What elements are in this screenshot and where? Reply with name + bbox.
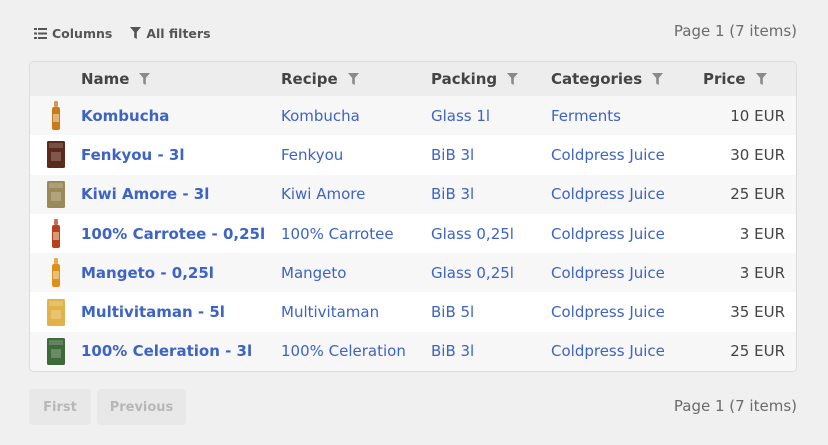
- header-recipe[interactable]: Recipe: [281, 62, 359, 96]
- product-thumbnail: [45, 257, 67, 288]
- cell-packing[interactable]: BiB 3l: [431, 135, 474, 174]
- funnel-icon: [130, 27, 142, 39]
- product-thumbnail: [45, 297, 67, 328]
- juice-bag-icon: [47, 298, 65, 326]
- table-row[interactable]: 100% Carrotee - 0,25l 100% Carrotee Glas…: [30, 213, 796, 254]
- cell-packing[interactable]: BiB 3l: [431, 332, 474, 371]
- table-row[interactable]: Multivitaman - 5l Multivitaman BiB 5l Co…: [30, 292, 796, 332]
- header-recipe-label: Recipe: [281, 70, 338, 88]
- cell-category[interactable]: Coldpress Juice: [551, 293, 665, 332]
- cell-recipe[interactable]: Fenkyou: [281, 135, 343, 174]
- cell-name[interactable]: Kombucha: [81, 96, 169, 135]
- cell-name[interactable]: Mangeto - 0,25l: [81, 253, 214, 292]
- cell-packing[interactable]: Glass 0,25l: [431, 253, 514, 292]
- table-header: Name Recipe Packing Categories Price: [30, 62, 796, 96]
- previous-page-button[interactable]: Previous: [97, 389, 186, 425]
- columns-icon: [34, 27, 47, 39]
- columns-button[interactable]: Columns: [34, 26, 112, 41]
- header-name[interactable]: Name: [81, 62, 151, 96]
- table-row[interactable]: Kiwi Amore - 3l Kiwi Amore BiB 3l Coldpr…: [30, 174, 796, 214]
- header-packing[interactable]: Packing: [431, 62, 519, 96]
- all-filters-button[interactable]: All filters: [130, 25, 211, 41]
- cell-packing[interactable]: BiB 5l: [431, 293, 474, 332]
- cell-price: 3 EUR: [739, 263, 785, 282]
- bottle-icon: [52, 101, 60, 130]
- product-thumbnail: [45, 139, 67, 170]
- bottle-icon: [52, 258, 60, 288]
- product-thumbnail: [45, 218, 67, 249]
- all-filters-label: All filters: [146, 25, 211, 41]
- juice-bag-icon: [47, 337, 65, 365]
- table-row[interactable]: Kombucha Kombucha Glass 1l Ferments 10 E…: [30, 96, 796, 136]
- cell-name[interactable]: 100% Celeration - 3l: [81, 332, 252, 371]
- cell-packing[interactable]: Glass 0,25l: [431, 214, 514, 253]
- juice-bag-icon: [47, 141, 65, 169]
- name-filter-icon[interactable]: [139, 73, 151, 85]
- first-page-button[interactable]: First: [29, 389, 91, 425]
- columns-label: Columns: [52, 25, 113, 41]
- cell-price: 25 EUR: [730, 342, 785, 361]
- table-row[interactable]: Mangeto - 0,25l Mangeto Glass 0,25l Cold…: [30, 253, 796, 293]
- header-name-label: Name: [81, 70, 130, 88]
- table-toolbar: Columns All filters: [34, 24, 211, 42]
- cell-price: 35 EUR: [730, 303, 785, 322]
- cell-recipe[interactable]: Multivitaman: [281, 293, 379, 332]
- cell-packing[interactable]: BiB 3l: [431, 175, 474, 214]
- categories-filter-icon[interactable]: [652, 73, 664, 85]
- cell-price: 3 EUR: [739, 224, 785, 243]
- cell-name[interactable]: Fenkyou - 3l: [81, 135, 184, 174]
- bottle-icon: [52, 218, 60, 248]
- cell-price: 30 EUR: [730, 145, 785, 164]
- table-row[interactable]: Fenkyou - 3l Fenkyou BiB 3l Coldpress Ju…: [30, 135, 796, 175]
- juice-bag-icon: [47, 180, 65, 208]
- cell-category[interactable]: Coldpress Juice: [551, 332, 665, 371]
- product-thumbnail: [45, 336, 67, 367]
- cell-category[interactable]: Ferments: [551, 96, 621, 135]
- products-table: Name Recipe Packing Categories Price Kom…: [29, 61, 797, 372]
- product-thumbnail: [45, 100, 67, 131]
- cell-recipe[interactable]: 100% Carrotee: [281, 214, 394, 253]
- cell-name[interactable]: 100% Carrotee - 0,25l: [81, 214, 265, 253]
- cell-recipe[interactable]: Kombucha: [281, 96, 360, 135]
- page-info-top: Page 1 (7 items): [673, 22, 797, 40]
- cell-price: 25 EUR: [730, 185, 785, 204]
- header-categories-label: Categories: [551, 70, 643, 88]
- cell-name[interactable]: Multivitaman - 5l: [81, 293, 225, 332]
- cell-category[interactable]: Coldpress Juice: [551, 135, 665, 174]
- cell-category[interactable]: Coldpress Juice: [551, 214, 665, 253]
- table-row[interactable]: 100% Celeration - 3l 100% Celeration BiB…: [30, 331, 796, 371]
- product-thumbnail: [45, 179, 67, 210]
- packing-filter-icon[interactable]: [507, 73, 519, 85]
- cell-category[interactable]: Coldpress Juice: [551, 253, 665, 292]
- cell-recipe[interactable]: Kiwi Amore: [281, 175, 365, 214]
- cell-category[interactable]: Coldpress Juice: [551, 175, 665, 214]
- header-price-label: Price: [703, 70, 746, 88]
- header-packing-label: Packing: [431, 70, 498, 88]
- cell-recipe[interactable]: 100% Celeration: [281, 332, 406, 371]
- cell-name[interactable]: Kiwi Amore - 3l: [81, 175, 209, 214]
- cell-price: 10 EUR: [730, 106, 785, 125]
- cell-packing[interactable]: Glass 1l: [431, 96, 490, 135]
- price-filter-icon[interactable]: [755, 73, 767, 85]
- header-price[interactable]: Price: [703, 62, 767, 96]
- header-categories[interactable]: Categories: [551, 62, 664, 96]
- cell-recipe[interactable]: Mangeto: [281, 253, 346, 292]
- recipe-filter-icon[interactable]: [347, 73, 359, 85]
- page-info-bottom: Page 1 (7 items): [673, 397, 797, 415]
